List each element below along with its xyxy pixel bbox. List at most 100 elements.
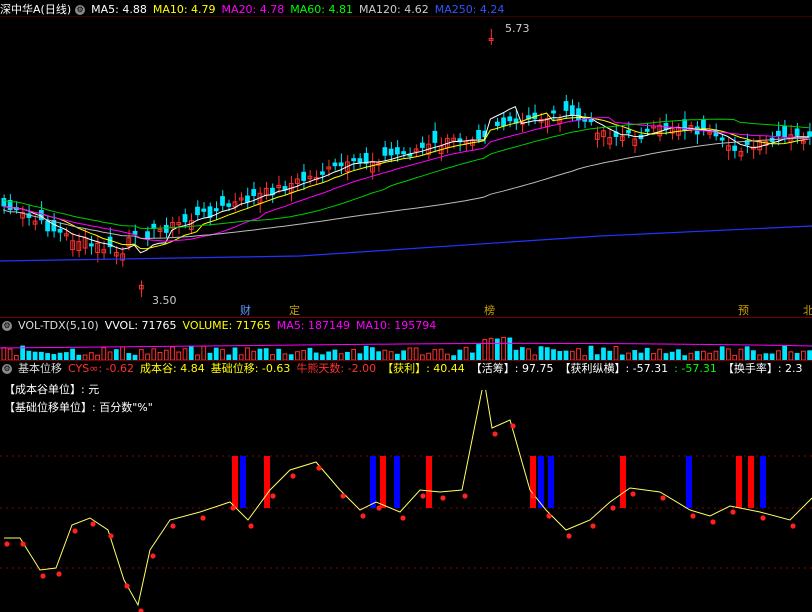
volume-bar	[494, 338, 500, 360]
price-chart[interactable]	[0, 16, 812, 316]
candle-body	[363, 152, 369, 164]
cost-dot	[40, 573, 46, 579]
cost-dot	[610, 505, 616, 511]
low-price-label: 3.50	[152, 294, 177, 307]
cost-dot	[340, 493, 346, 499]
candle-body	[588, 119, 594, 123]
volume-bar	[476, 344, 481, 360]
candle-body	[551, 110, 556, 114]
candle-body	[776, 130, 781, 136]
volume-bar	[488, 337, 494, 360]
candle-body	[807, 131, 812, 137]
candle-body	[245, 195, 250, 203]
volume-bar	[301, 349, 307, 360]
signal-bar	[426, 456, 432, 508]
candle-body	[201, 208, 207, 212]
candle-body	[432, 130, 438, 143]
candle-body	[88, 243, 94, 247]
signal-bar	[530, 456, 536, 508]
volume-bar	[188, 345, 194, 360]
vol-item-1: VOLUME: 71765	[182, 319, 271, 332]
ind-item-4: 【获利】: 40.44	[382, 362, 465, 375]
volume-bar	[351, 348, 357, 360]
volume-bar	[744, 346, 750, 360]
volume-bar	[726, 348, 731, 360]
cost-dot	[360, 513, 366, 519]
volume-bar	[88, 352, 94, 360]
volume-bar	[438, 348, 444, 360]
vol-item-2: MA5: 187149	[276, 319, 351, 332]
volume-bar	[182, 348, 188, 360]
event-marker-finance[interactable]: 财	[240, 302, 251, 318]
volume-bar	[63, 352, 69, 360]
volume-bar	[363, 345, 369, 360]
volume-bar	[120, 346, 125, 360]
ind-item-1: 成本谷: 4.84	[140, 362, 205, 375]
volume-bar	[669, 351, 675, 360]
event-marker-north[interactable]: 北	[803, 302, 812, 318]
candle-body	[351, 158, 357, 162]
volume-bar	[657, 348, 663, 360]
candle-body	[332, 162, 338, 167]
cost-dot	[20, 541, 26, 547]
candle-body	[419, 142, 425, 148]
settings-gear-icon[interactable]: ⚙	[75, 5, 86, 15]
signal-bar	[232, 456, 238, 508]
ma-item-5: MA250: 4.24	[434, 3, 505, 16]
indicator-chart[interactable]	[0, 390, 812, 612]
candle-body	[57, 228, 63, 233]
candle-body	[251, 189, 257, 197]
volume-bar	[7, 348, 13, 360]
volume-bar	[788, 351, 794, 360]
candle-body	[569, 105, 575, 116]
indicator-settings-icon[interactable]: ⚙	[2, 364, 12, 374]
candle-body	[338, 162, 344, 167]
volume-bar	[407, 347, 413, 360]
volume-bar	[401, 350, 406, 360]
volume-settings-icon[interactable]: ⚙	[2, 321, 12, 331]
ma-item-4: MA120: 4.62	[358, 3, 429, 16]
candle-body	[163, 224, 169, 233]
volume-bar	[719, 346, 725, 360]
signal-bar	[736, 456, 742, 508]
event-marker-fixed[interactable]: 定	[289, 302, 300, 318]
cost-dot	[72, 528, 78, 534]
volume-bar	[676, 349, 681, 360]
cost-dot	[790, 523, 796, 529]
volume-bar	[526, 348, 531, 360]
volume-bar	[432, 349, 438, 360]
event-marker-forecast[interactable]: 预	[738, 302, 749, 318]
candle-body	[507, 116, 513, 122]
volume-bar	[151, 348, 157, 360]
volume-bar	[507, 337, 513, 360]
volume-bar	[57, 352, 63, 360]
signal-bar	[264, 456, 270, 508]
volume-bar	[644, 347, 650, 360]
symbol-title[interactable]: 深中华A(日线)	[0, 3, 71, 16]
indicator-title[interactable]: 基本位移	[18, 362, 62, 375]
volume-bar	[220, 348, 225, 360]
volume-bar	[1, 347, 7, 360]
volume-title[interactable]: VOL-TDX(5,10)	[18, 319, 99, 332]
ma-item-0: MA5: 4.88	[91, 3, 147, 16]
volume-bar	[201, 345, 207, 360]
volume-chart[interactable]	[0, 334, 812, 360]
candle-body	[501, 117, 506, 127]
candle-body	[644, 128, 650, 132]
event-marker-ranking[interactable]: 榜	[484, 302, 495, 318]
cost-dot	[440, 495, 446, 501]
volume-bar	[807, 350, 812, 360]
candle-body	[226, 203, 232, 207]
volume-bar	[588, 345, 594, 360]
volume-bar	[632, 350, 638, 360]
volume-bar	[576, 348, 581, 360]
cost-dot	[710, 519, 716, 525]
cost-dot	[730, 509, 736, 515]
cost-dot	[170, 523, 176, 529]
volume-bar	[70, 348, 75, 360]
volume-bar	[101, 347, 107, 360]
volume-bar	[738, 348, 744, 360]
volume-bar	[601, 347, 606, 360]
volume-bar	[707, 352, 713, 360]
volume-bar	[519, 347, 525, 360]
